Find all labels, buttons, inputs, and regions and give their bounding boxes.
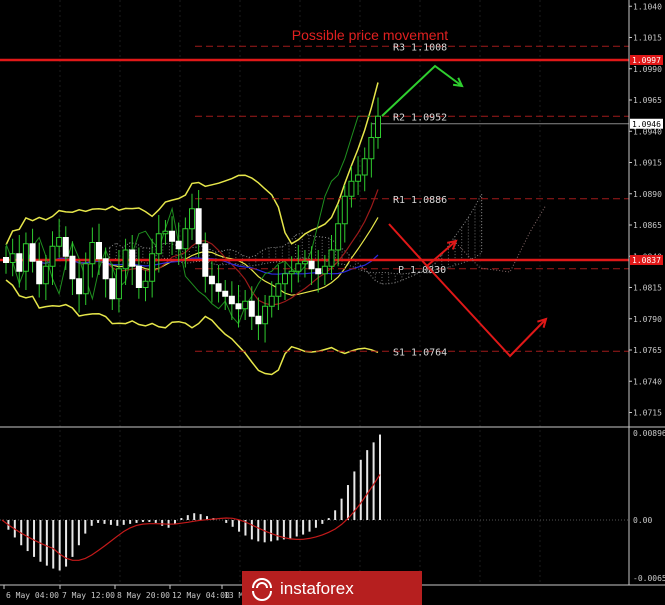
candle-body bbox=[189, 208, 195, 230]
price-tick-label: 1.0890 bbox=[633, 190, 662, 199]
candle-body bbox=[248, 300, 255, 317]
candle-body bbox=[22, 243, 29, 272]
candle-body bbox=[288, 270, 295, 275]
candle-body bbox=[195, 208, 202, 245]
price-tick-label: 1.1040 bbox=[633, 2, 662, 11]
candle-body bbox=[222, 290, 229, 297]
candle-body bbox=[56, 237, 63, 247]
price-tag-label: 1.0837 bbox=[632, 256, 661, 265]
candle-body bbox=[115, 268, 122, 300]
candle-body bbox=[102, 258, 109, 280]
candle-body bbox=[242, 300, 249, 310]
time-tick-label: 12 May 04:00 bbox=[172, 591, 230, 600]
candle-body bbox=[295, 263, 302, 272]
candle-body bbox=[69, 255, 76, 280]
candle-body bbox=[82, 263, 89, 295]
candle-body bbox=[175, 240, 182, 250]
macd-tick-label: -0.00653 bbox=[633, 574, 665, 583]
candle-body bbox=[268, 295, 275, 307]
candle-body bbox=[155, 233, 162, 255]
candle-body bbox=[321, 265, 328, 275]
price-tick-label: 1.0990 bbox=[633, 65, 662, 74]
candle-body bbox=[16, 253, 23, 272]
candle-body bbox=[255, 315, 262, 325]
candle-body bbox=[62, 237, 69, 257]
macd-tick-label: 0.00896 bbox=[633, 429, 665, 438]
candle-body bbox=[348, 180, 355, 197]
candle-body bbox=[315, 268, 322, 275]
candle-body bbox=[375, 115, 381, 138]
candle-body bbox=[109, 278, 116, 300]
price-tick-label: 1.0740 bbox=[633, 377, 662, 386]
candle-body bbox=[215, 283, 222, 292]
price-tick-label: 1.0915 bbox=[633, 159, 662, 168]
candle-body bbox=[361, 158, 368, 176]
candle-body bbox=[42, 265, 49, 285]
price-tag-label: 1.0946 bbox=[632, 120, 661, 129]
price-tick-label: 1.0790 bbox=[633, 315, 662, 324]
price-tick-label: 1.0765 bbox=[633, 346, 662, 355]
candle-body bbox=[29, 243, 36, 262]
candle-body bbox=[275, 283, 282, 297]
candle-body bbox=[228, 295, 235, 305]
candle-body bbox=[49, 245, 56, 267]
candle-body bbox=[89, 242, 96, 265]
price-tick-label: 1.0815 bbox=[633, 284, 662, 293]
time-tick-label: 7 May 12:00 bbox=[62, 591, 115, 600]
macd-tick-label: 0.00 bbox=[633, 516, 652, 525]
candle-body bbox=[235, 303, 242, 310]
candle-body bbox=[9, 253, 16, 263]
candle-body bbox=[341, 195, 348, 225]
candle-body bbox=[122, 249, 129, 270]
candle-body bbox=[162, 230, 169, 235]
candle-body bbox=[208, 275, 215, 285]
candle-body bbox=[301, 260, 308, 265]
candle-body bbox=[36, 260, 43, 285]
price-tick-label: 1.0965 bbox=[633, 96, 662, 105]
time-tick-label: 8 May 20:00 bbox=[117, 591, 170, 600]
chart-title: Possible price movement bbox=[292, 27, 449, 43]
candle-body bbox=[335, 223, 342, 251]
pivot-level-label: R1 1.0886 bbox=[393, 195, 447, 206]
candle-body bbox=[129, 249, 136, 267]
watermark-brand: instaforex bbox=[280, 579, 354, 598]
candle-body bbox=[308, 260, 315, 270]
candle-body bbox=[282, 273, 288, 285]
forecast-chart: R3 1.1008 R2 1.0952 R1 1.0886 P 1.0830 S1 1.… bbox=[0, 0, 665, 605]
price-tick-label: 1.1015 bbox=[633, 34, 662, 43]
candle-body bbox=[96, 242, 102, 260]
candle-body bbox=[182, 228, 189, 250]
candle-body bbox=[262, 305, 269, 325]
pivot-level-label: R3 1.1008 bbox=[393, 42, 447, 53]
candle-body bbox=[149, 253, 156, 282]
price-tag-label: 1.0997 bbox=[632, 56, 661, 65]
candle-body bbox=[142, 280, 149, 288]
candle-body bbox=[355, 174, 362, 182]
candle-body bbox=[76, 278, 83, 295]
price-tick-label: 1.0865 bbox=[633, 221, 662, 230]
candle-body bbox=[135, 265, 142, 288]
price-tick-label: 1.0715 bbox=[633, 409, 662, 418]
time-tick-label: 6 May 04:00 bbox=[6, 591, 59, 600]
candle-body bbox=[3, 257, 9, 263]
candle-body bbox=[202, 243, 209, 277]
candle-body bbox=[328, 249, 335, 267]
pivot-level-label: S1 1.0764 bbox=[393, 347, 447, 358]
instaforex-watermark: instaforex bbox=[242, 571, 422, 605]
pivot-level-label: P 1.0830 bbox=[398, 265, 446, 276]
candle-body bbox=[368, 137, 375, 160]
candle-body bbox=[169, 230, 176, 242]
pivot-level-label: R2 1.0952 bbox=[393, 112, 447, 123]
